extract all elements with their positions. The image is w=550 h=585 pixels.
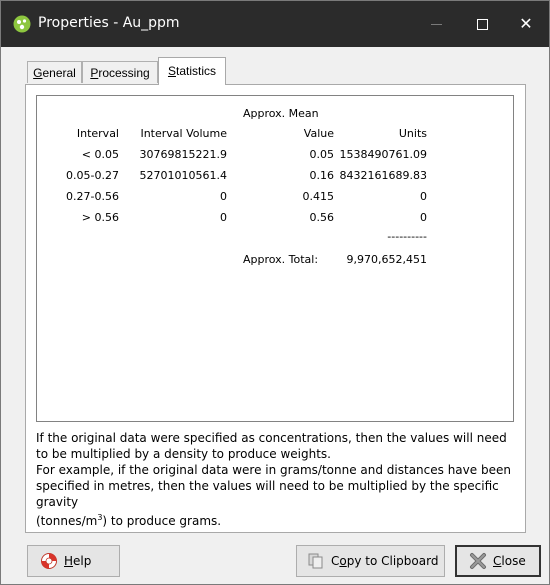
clipboard-copy-icon — [308, 553, 323, 569]
header-approx-mean: Approx. Mean — [243, 107, 319, 120]
row-4-interval: > 0.56 — [81, 211, 119, 224]
row-3-interval: 0.27-0.56 — [66, 190, 119, 203]
header-interval: Interval — [76, 127, 119, 140]
row-1-volume: 30769815221.9 — [139, 148, 227, 161]
copy-to-clipboard-button[interactable]: Copy to Clipboard — [296, 545, 445, 577]
tab-processing[interactable]: Processing — [82, 61, 158, 83]
row-4-units: 0 — [420, 211, 427, 224]
minimize-icon — [430, 23, 442, 25]
total-separator: ---------- — [387, 230, 427, 243]
help-label: Help — [64, 554, 91, 568]
row-2-value: 0.16 — [309, 169, 335, 182]
total-value: 9,970,652,451 — [346, 253, 427, 266]
header-value: Value — [303, 127, 334, 140]
note-line-3-pre: (tonnes/m — [36, 514, 98, 528]
close-window-button[interactable]: ✕ — [503, 1, 549, 47]
maximize-icon — [476, 18, 488, 30]
maximize-button[interactable] — [459, 1, 505, 47]
statistics-panel: Approx. Mean Interval Interval Volume Va… — [25, 84, 526, 533]
row-3-units: 0 — [420, 190, 427, 203]
statistics-note: If the original data were specified as c… — [36, 430, 521, 529]
header-interval-volume: Interval Volume — [140, 127, 227, 140]
row-3-volume: 0 — [220, 190, 227, 203]
tab-statistics[interactable]: Statistics — [158, 57, 226, 85]
properties-dialog: Properties - Au_ppm ✕ General Processing… — [0, 0, 550, 585]
title-bar[interactable]: Properties - Au_ppm ✕ — [1, 1, 549, 47]
row-3-value: 0.415 — [302, 190, 335, 203]
note-line-1: If the original data were specified as c… — [36, 431, 507, 461]
help-label-rest: elp — [73, 554, 92, 568]
minimize-button[interactable] — [413, 1, 459, 47]
row-2-volume: 52701010561.4 — [139, 169, 227, 182]
header-units: Units — [398, 127, 427, 140]
note-line-2: For example, if the original data were i… — [36, 463, 511, 509]
copy-mnemonic: o — [339, 554, 347, 568]
row-1-units: 1538490761.09 — [339, 148, 427, 161]
statistics-results-box[interactable]: Approx. Mean Interval Interval Volume Va… — [36, 95, 514, 422]
row-2-interval: 0.05-0.27 — [66, 169, 119, 182]
close-label: Close — [493, 554, 526, 568]
help-button[interactable]: Help — [27, 545, 120, 577]
tab-statistics-mnemonic: S — [167, 64, 176, 78]
row-1-value: 0.05 — [309, 148, 335, 161]
row-4-value: 0.56 — [309, 211, 335, 224]
total-label: Approx. Total: — [243, 253, 319, 266]
copy-label: Copy to Clipboard — [331, 554, 438, 568]
copy-label-rest: py to Clipboard — [346, 554, 439, 568]
note-line-3: (tonnes/m3) to produce grams. — [36, 510, 521, 529]
row-4-volume: 0 — [220, 211, 227, 224]
row-1-interval: < 0.05 — [81, 148, 119, 161]
tab-statistics-label: tatistics — [176, 64, 217, 78]
row-2-units: 8432161689.83 — [339, 169, 427, 182]
tab-general[interactable]: General — [27, 61, 82, 83]
tab-processing-label: rocessing — [98, 66, 150, 80]
leapfrog-app-icon — [13, 15, 31, 33]
help-mnemonic: H — [64, 554, 74, 568]
window-title: Properties - Au_ppm — [38, 15, 180, 31]
close-label-rest: lose — [501, 554, 526, 568]
note-line-3-post: ) to produce grams. — [102, 514, 222, 528]
close-x-icon — [470, 553, 486, 569]
close-button[interactable]: Close — [455, 545, 541, 577]
lifebuoy-icon — [41, 553, 57, 569]
tab-general-label: eneral — [42, 66, 76, 80]
close-icon: ✕ — [519, 16, 533, 33]
